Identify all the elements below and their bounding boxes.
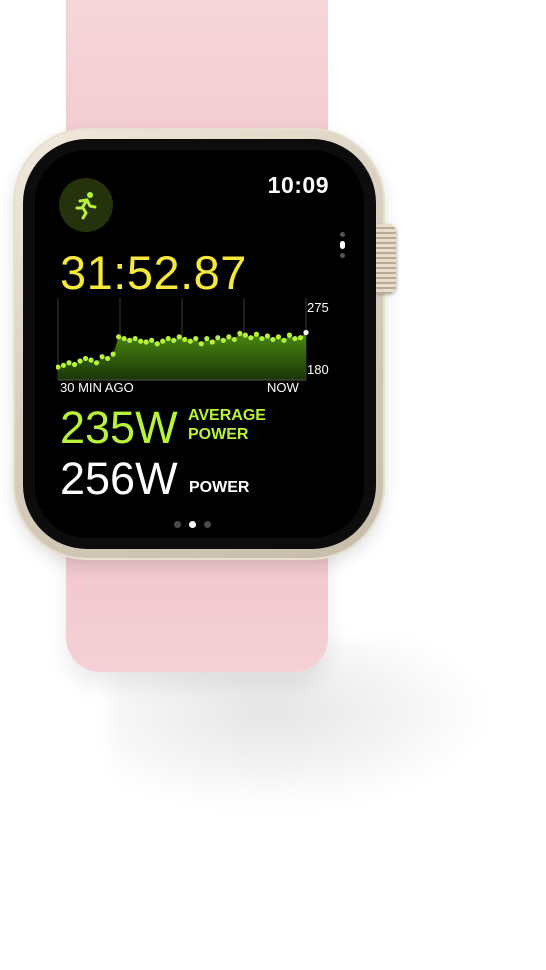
- clock-time: 10:09: [267, 172, 329, 198]
- chart-point: [248, 335, 254, 341]
- horizontal-page-indicator: [174, 521, 211, 528]
- chart-point: [220, 337, 226, 343]
- chart-point: [127, 337, 133, 343]
- chart-point: [60, 362, 67, 368]
- page-dot-active: [340, 241, 345, 249]
- power-value: 256W: [60, 453, 178, 504]
- chart-point: [231, 336, 237, 343]
- chart-point: [182, 336, 188, 343]
- page-dot[interactable]: [204, 521, 211, 528]
- page-dot[interactable]: [174, 521, 181, 528]
- chart-point: [132, 335, 138, 342]
- chart-point: [138, 338, 144, 344]
- chart-point: [77, 358, 83, 364]
- page-dot-active[interactable]: [189, 521, 196, 528]
- chart-point: [121, 335, 127, 342]
- elapsed-time: 31:52.87: [60, 246, 247, 299]
- chart-point: [292, 335, 298, 342]
- chart-point: [297, 335, 304, 341]
- chart-point: [198, 341, 204, 347]
- chart-point: [264, 333, 271, 339]
- chart-point: [242, 332, 248, 338]
- chart-point: [66, 360, 72, 366]
- chart-area: [58, 332, 306, 380]
- chart-point: [209, 339, 215, 345]
- running-figure-icon: [75, 192, 97, 220]
- chart-point: [286, 332, 293, 338]
- chart-point: [110, 351, 116, 357]
- average-power-value: 235W: [60, 402, 178, 453]
- chart-point: [165, 335, 171, 342]
- power-label: POWER: [189, 479, 250, 496]
- workout-button[interactable]: [59, 178, 113, 232]
- average-power-label-line2: POWER: [188, 426, 249, 443]
- chart-y-max-label: 275: [307, 300, 329, 315]
- chart-point: [237, 330, 243, 336]
- average-power-label: AVERAGE POWER: [188, 406, 266, 444]
- chart-point: [116, 334, 122, 340]
- chart-point: [204, 335, 210, 342]
- chart-y-min-label: 180: [307, 362, 329, 377]
- chart-point: [105, 355, 111, 362]
- chart-x-end-label: NOW: [267, 380, 299, 395]
- chart-point: [253, 331, 259, 337]
- chart-point: [226, 334, 232, 340]
- side-button[interactable]: [377, 366, 383, 446]
- chart-point: [259, 335, 265, 342]
- chart-point: [71, 361, 78, 368]
- chart-point: [154, 341, 160, 347]
- chart-x-start-label: 30 MIN AGO: [60, 380, 134, 395]
- chart-point: [93, 360, 100, 366]
- chart-point: [187, 338, 193, 344]
- chart-point: [281, 337, 287, 343]
- chart-point: [303, 329, 309, 336]
- chart-point: [88, 357, 94, 363]
- chart-point: [270, 336, 276, 343]
- watch-screen: 10:09 31:52.87 275 180 30 MIN AGO NOW 23…: [35, 150, 364, 538]
- chart-point: [82, 355, 89, 362]
- chart-point: [160, 338, 166, 344]
- chart-point: [171, 337, 177, 343]
- chart-point: [193, 335, 199, 342]
- chart-point: [275, 334, 282, 340]
- vertical-page-indicator: [340, 232, 346, 262]
- average-power-label-line1: AVERAGE: [188, 407, 266, 424]
- page-dot: [340, 232, 345, 237]
- chart-point: [149, 337, 155, 343]
- chart-point: [99, 354, 105, 360]
- page-dot: [340, 253, 345, 258]
- chart-point: [176, 334, 182, 340]
- chart-point: [143, 339, 149, 345]
- chart-point: [215, 335, 221, 341]
